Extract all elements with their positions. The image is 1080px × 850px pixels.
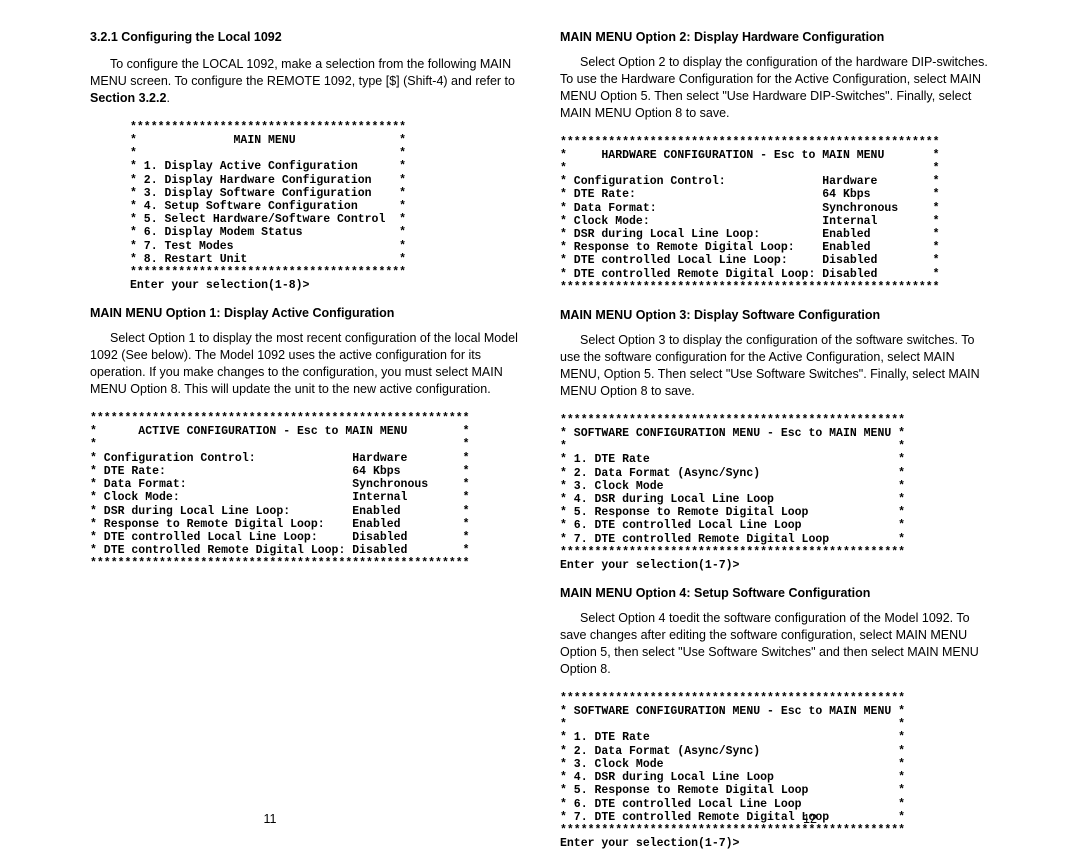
heading-option3: MAIN MENU Option 3: Display Software Con…	[560, 308, 990, 322]
main-menu-screen: ****************************************…	[130, 121, 520, 293]
software-configuration-menu-1: ****************************************…	[560, 414, 990, 573]
paragraph-intro-text-b: .	[166, 91, 169, 105]
section-ref: Section 3.2.2	[90, 91, 166, 105]
page-left: 3.2.1 Configuring the Local 1092 To conf…	[0, 0, 540, 834]
hardware-configuration-screen: ****************************************…	[560, 136, 990, 295]
active-configuration-text: ****************************************…	[90, 412, 520, 571]
page-spread: 3.2.1 Configuring the Local 1092 To conf…	[0, 0, 1080, 834]
software-configuration-menu-2: ****************************************…	[560, 692, 990, 850]
heading-option2: MAIN MENU Option 2: Display Hardware Con…	[560, 30, 990, 44]
main-menu-text: ****************************************…	[130, 121, 520, 293]
hardware-configuration-text: ****************************************…	[560, 136, 990, 295]
paragraph-option4: Select Option 4 toedit the software conf…	[560, 610, 990, 678]
paragraph-option1: Select Option 1 to display the most rece…	[90, 330, 520, 398]
software-configuration-menu-1-text: ****************************************…	[560, 414, 990, 573]
page-number-right: 12	[540, 812, 1080, 826]
page-number-left: 11	[0, 812, 540, 826]
heading-option1: MAIN MENU Option 1: Display Active Confi…	[90, 306, 520, 320]
active-configuration-screen: ****************************************…	[90, 412, 520, 571]
heading-option4: MAIN MENU Option 4: Setup Software Confi…	[560, 586, 990, 600]
section-heading-configuring-local-1092: 3.2.1 Configuring the Local 1092	[90, 30, 520, 44]
page-right: MAIN MENU Option 2: Display Hardware Con…	[540, 0, 1080, 834]
paragraph-option3: Select Option 3 to display the configura…	[560, 332, 990, 400]
paragraph-intro: To configure the LOCAL 1092, make a sele…	[90, 56, 520, 107]
paragraph-intro-text-a: To configure the LOCAL 1092, make a sele…	[90, 57, 515, 88]
paragraph-option2: Select Option 2 to display the configura…	[560, 54, 990, 122]
software-configuration-menu-2-text: ****************************************…	[560, 692, 990, 850]
